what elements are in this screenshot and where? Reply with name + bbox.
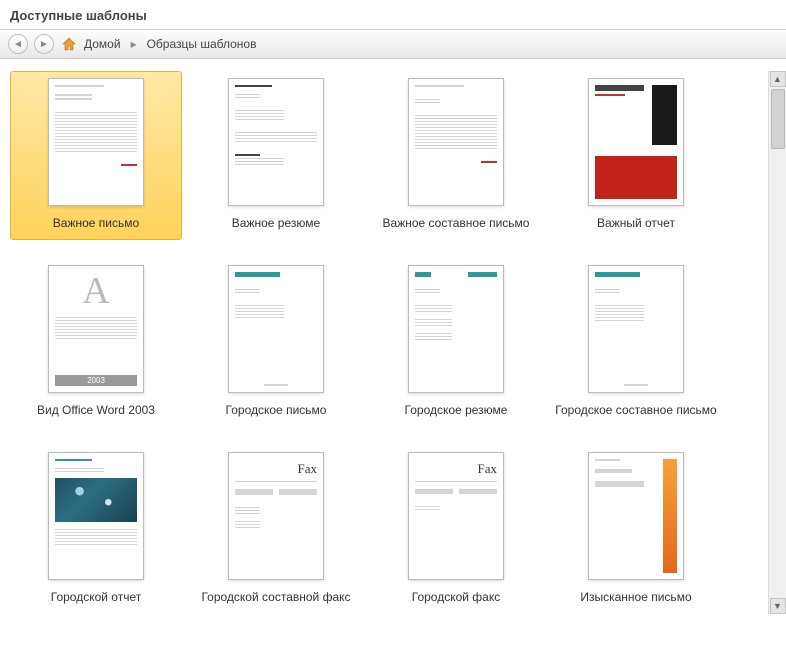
template-thumbnail xyxy=(48,78,144,206)
breadcrumb-bar: ◄ ► Домой ▸ Образцы шаблонов xyxy=(0,29,786,59)
vertical-scrollbar[interactable]: ▲ ▼ xyxy=(768,71,786,614)
template-thumbnail: A2003 xyxy=(48,265,144,393)
breadcrumb-home[interactable]: Домой xyxy=(84,37,121,51)
template-label: Городской факс xyxy=(412,590,500,605)
template-item[interactable]: Изысканное письмо xyxy=(550,445,722,614)
template-item[interactable]: Fax Городской составной факс xyxy=(190,445,362,614)
template-thumbnail xyxy=(48,452,144,580)
nav-forward-button[interactable]: ► xyxy=(34,34,54,54)
template-thumbnail xyxy=(408,265,504,393)
panel-title: Доступные шаблоны xyxy=(0,0,786,29)
scroll-up-button[interactable]: ▲ xyxy=(770,71,786,87)
template-item[interactable]: Важное резюме xyxy=(190,71,362,240)
scroll-thumb[interactable] xyxy=(771,89,785,149)
template-thumbnail xyxy=(588,452,684,580)
template-thumbnail: Fax xyxy=(228,452,324,580)
nav-back-button[interactable]: ◄ xyxy=(8,34,28,54)
template-label: Важное резюме xyxy=(232,216,320,231)
home-icon xyxy=(60,35,78,53)
template-label: Городское резюме xyxy=(405,403,508,418)
template-label: Важный отчет xyxy=(597,216,675,231)
template-item[interactable]: Важное письмо xyxy=(10,71,182,240)
templates-grid: Важное письмо Важное резюме Важное соста… xyxy=(10,71,768,614)
template-label: Важное письмо xyxy=(53,216,139,231)
template-item[interactable]: Важное составное письмо xyxy=(370,71,542,240)
template-item[interactable]: Городское резюме xyxy=(370,258,542,427)
scroll-down-button[interactable]: ▼ xyxy=(770,598,786,614)
template-thumbnail xyxy=(588,265,684,393)
template-thumbnail xyxy=(228,265,324,393)
template-thumbnail: Fax xyxy=(408,452,504,580)
template-thumbnail xyxy=(588,78,684,206)
template-thumbnail xyxy=(408,78,504,206)
template-item[interactable]: Городское составное письмо xyxy=(550,258,722,427)
template-item[interactable]: Городской отчет xyxy=(10,445,182,614)
template-label: Городской составной факс xyxy=(201,590,350,605)
template-item[interactable]: Fax Городской факс xyxy=(370,445,542,614)
template-label: Вид Office Word 2003 xyxy=(37,403,155,418)
templates-content: Важное письмо Важное резюме Важное соста… xyxy=(0,59,786,626)
template-thumbnail xyxy=(228,78,324,206)
template-item[interactable]: Городское письмо xyxy=(190,258,362,427)
breadcrumb-current[interactable]: Образцы шаблонов xyxy=(147,37,257,51)
template-label: Городское письмо xyxy=(226,403,327,418)
template-label: Городское составное письмо xyxy=(555,403,716,418)
template-label: Городской отчет xyxy=(51,590,141,605)
template-item[interactable]: A2003 Вид Office Word 2003 xyxy=(10,258,182,427)
template-label: Изысканное письмо xyxy=(580,590,691,605)
template-label: Важное составное письмо xyxy=(383,216,530,231)
template-item[interactable]: Важный отчет xyxy=(550,71,722,240)
chevron-right-icon: ▸ xyxy=(127,37,141,51)
